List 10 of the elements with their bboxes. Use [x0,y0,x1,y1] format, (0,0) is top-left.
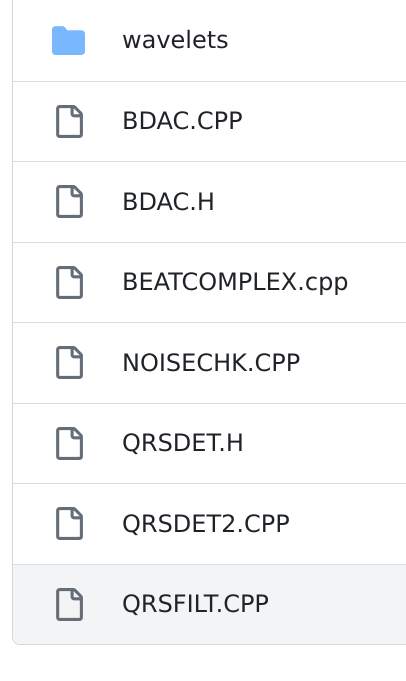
file-name[interactable]: QRSDET.H [122,429,244,458]
file-row[interactable]: QRSFILT.CPP [13,564,406,644]
file-name[interactable]: BEATCOMPLEX.cpp [122,268,349,296]
folder-icon [52,24,85,57]
file-name[interactable]: BDAC.H [122,188,215,216]
file-name[interactable]: wavelets [122,26,229,54]
file-name[interactable]: NOISECHK.CPP [122,348,300,377]
file-name[interactable]: QRSFILT.CPP [122,590,269,618]
file-name[interactable]: QRSDET2.CPP [122,510,290,538]
file-name[interactable]: BDAC.CPP [122,107,243,136]
